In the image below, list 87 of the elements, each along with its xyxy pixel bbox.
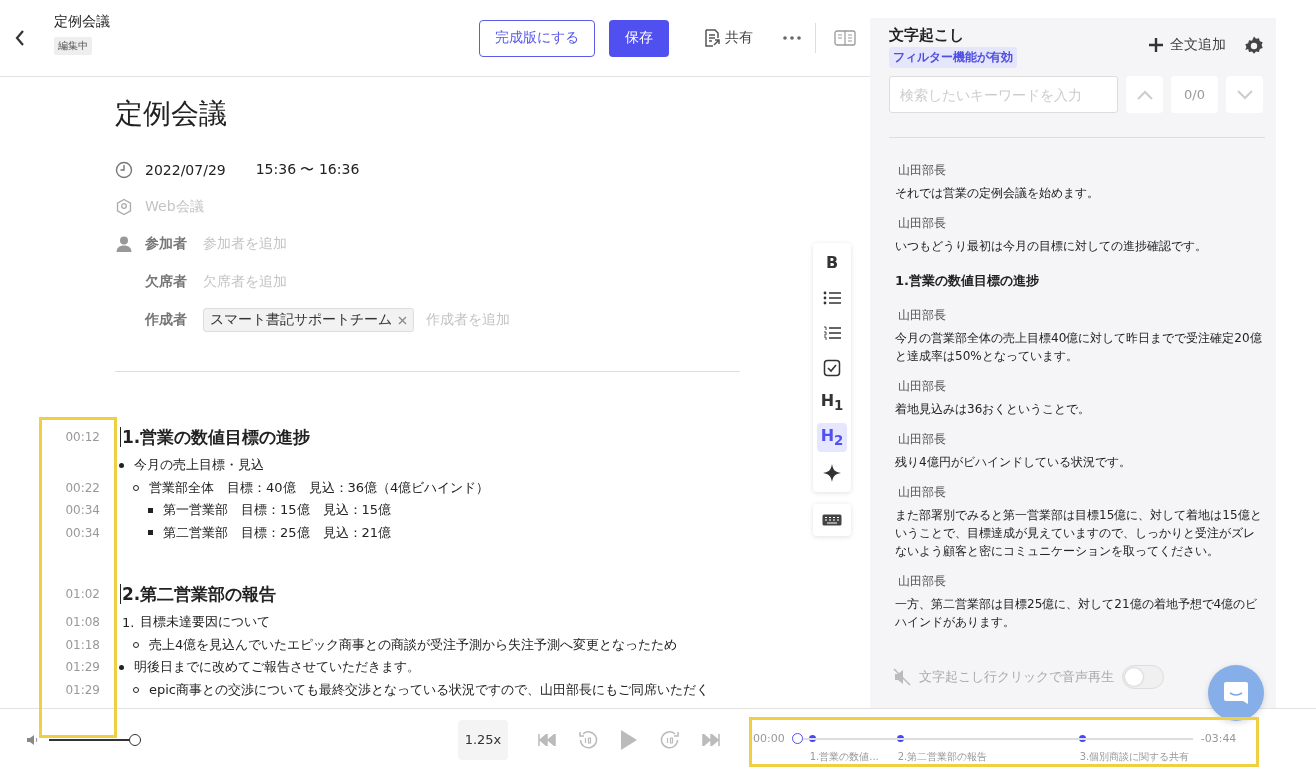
chapter-label[interactable]: 2.第二営業部の報告	[897, 749, 988, 764]
field-label: 作成者	[145, 311, 187, 329]
speaker-name: 山田部長	[898, 378, 947, 395]
add-member-field[interactable]: 作成者を追加	[426, 311, 510, 329]
status-badge: 編集中	[54, 37, 92, 55]
panel-title: 文字起こし	[889, 26, 964, 45]
keyboard-icon[interactable]	[822, 514, 842, 526]
transcript-line[interactable]: 一方、第二営業部は目標25億に、対して21億の着地予想で4億のビハインドがあります。	[895, 595, 1263, 631]
meeting-date: 2022/07/29	[145, 162, 226, 178]
person-icon	[115, 235, 133, 253]
chat-icon[interactable]	[1223, 681, 1249, 705]
transcript-line[interactable]: 着地見込みは36おくということで。	[895, 400, 1263, 418]
meeting-time: 15:36 〜 16:36	[255, 161, 360, 179]
timestamp[interactable]: 01:02	[65, 587, 100, 601]
section-heading: 2.第二営業部の報告	[122, 582, 277, 606]
timestamp[interactable]: 01:08	[65, 615, 100, 630]
location-field[interactable]: Web会議	[145, 198, 204, 216]
toggle-label: 文字起こし行クリックで音声再生	[919, 668, 1114, 686]
play-toggle[interactable]	[1122, 665, 1164, 689]
bullet-icon	[119, 664, 124, 670]
list-item: epic商事との交渉についても最終交渉となっている状況ですので、山田部長にもご同席いただく	[149, 680, 709, 699]
transcript-line[interactable]: また部署別でみると第一営業部は目標15億に、対して着地は15億ということで、目標達成が見えていますので、しっかりと受注がズレないよう顧客と密にコミュニケーションを取ってください。	[895, 506, 1263, 560]
remaining-time: -03:44	[1200, 731, 1237, 745]
volume-icon[interactable]	[27, 733, 39, 746]
chapter-marker[interactable]	[896, 734, 904, 742]
bold-button[interactable]: B	[817, 248, 847, 277]
list-item: 第二営業部 目標：25億 見込：21億	[163, 523, 392, 542]
transcript-line[interactable]: 今月の営業部全体の売上目標40億に対して昨日までで受注確定20億と達成率は50%となっています。	[895, 329, 1263, 365]
match-counter: 0/0	[1171, 76, 1218, 113]
timestamp[interactable]: 01:29	[65, 682, 100, 697]
settings-icon[interactable]	[1244, 36, 1264, 56]
elapsed-time: 00:00	[753, 731, 785, 745]
list-item: 営業部全体 目標：40億 見込：36億（4億ビハインド）	[149, 478, 490, 497]
list-item: 売上4億を見込んでいたエピック商事との商談が受注予測から失注予測へ変更となったため	[149, 635, 678, 654]
add-member-field[interactable]: 欠席者を追加	[203, 273, 287, 291]
speaker-name: 山田部長	[898, 573, 947, 590]
chapter-marker[interactable]	[808, 734, 816, 742]
transcript-line[interactable]: 残り4億円がビハインドしている状況です。	[895, 453, 1263, 471]
share-button[interactable]: 共有	[697, 27, 759, 49]
list-item: 明後日までに改めてご報告させていただきます。	[134, 658, 420, 677]
more-icon[interactable]	[783, 36, 801, 40]
bullet-icon	[148, 530, 153, 536]
bullet-icon	[148, 507, 153, 513]
filter-badge: フィルター機能が有効	[889, 47, 1017, 68]
note-title: 定例会議	[54, 13, 110, 31]
chapter-label[interactable]: 1.営業の数値...	[809, 749, 879, 764]
transcript-line[interactable]: いつもどうり最初は今月の目標に対しての進捗確認です。	[895, 237, 1263, 255]
timestamp[interactable]: 00:34	[65, 525, 100, 540]
field-label: 参加者	[145, 235, 187, 253]
panel-icon[interactable]	[834, 30, 856, 46]
speaker-name: 山田部長	[898, 215, 947, 232]
timestamp[interactable]: 01:18	[65, 637, 100, 652]
chapter-label[interactable]: 3.個別商談に関する共有	[1079, 749, 1190, 764]
muted-speaker-icon	[893, 668, 911, 686]
bullet-icon	[119, 462, 124, 468]
list-number: 1.	[122, 614, 135, 630]
timestamp[interactable]: 01:29	[65, 660, 100, 675]
heading-button[interactable]: H$_{2}$	[817, 423, 847, 452]
list-item: 第一営業部 目標：15億 見込：15億	[163, 501, 392, 520]
section-heading: 1.営業の数値目標の進捗	[122, 425, 311, 449]
speaker-name: 山田部長	[898, 162, 947, 179]
document-title: 定例会議	[115, 96, 228, 132]
timestamp[interactable]: 00:12	[65, 430, 100, 444]
remove-icon[interactable]	[398, 315, 407, 325]
speaker-name: 山田部長	[898, 484, 947, 501]
timestamp[interactable]: 00:34	[65, 503, 100, 518]
complete-button[interactable]: 完成版にする	[479, 19, 595, 57]
plus-icon[interactable]	[1148, 37, 1164, 53]
chapter-marker[interactable]	[1078, 734, 1086, 742]
add-all-button[interactable]: 全文追加	[1148, 36, 1226, 54]
member-name: スマート書記サポートチーム	[210, 311, 392, 329]
timestamp[interactable]: 00:22	[65, 480, 100, 495]
speaker-name: 山田部長	[898, 431, 947, 448]
transcript-heading: 1.営業の数値目標の進捗	[895, 272, 1040, 290]
heading-button[interactable]: H$_{1}$	[817, 388, 847, 417]
list-item: 今月の売上目標・見込	[134, 456, 264, 475]
add-member-field[interactable]: 参加者を追加	[203, 235, 287, 253]
location-icon	[115, 198, 133, 216]
clock-icon	[115, 161, 133, 179]
list-item: 目標未達要因について	[140, 613, 271, 632]
speaker-name: 山田部長	[898, 307, 947, 324]
transcript-line[interactable]: それでは営業の定例会議を始めます。	[895, 184, 1263, 202]
field-label: 欠席者	[145, 273, 187, 291]
skip-start-icon[interactable]	[538, 733, 556, 746]
save-button[interactable]: 保存	[609, 19, 669, 57]
share-document-icon[interactable]	[703, 28, 721, 48]
speed-button[interactable]: 1.25x	[458, 719, 508, 760]
